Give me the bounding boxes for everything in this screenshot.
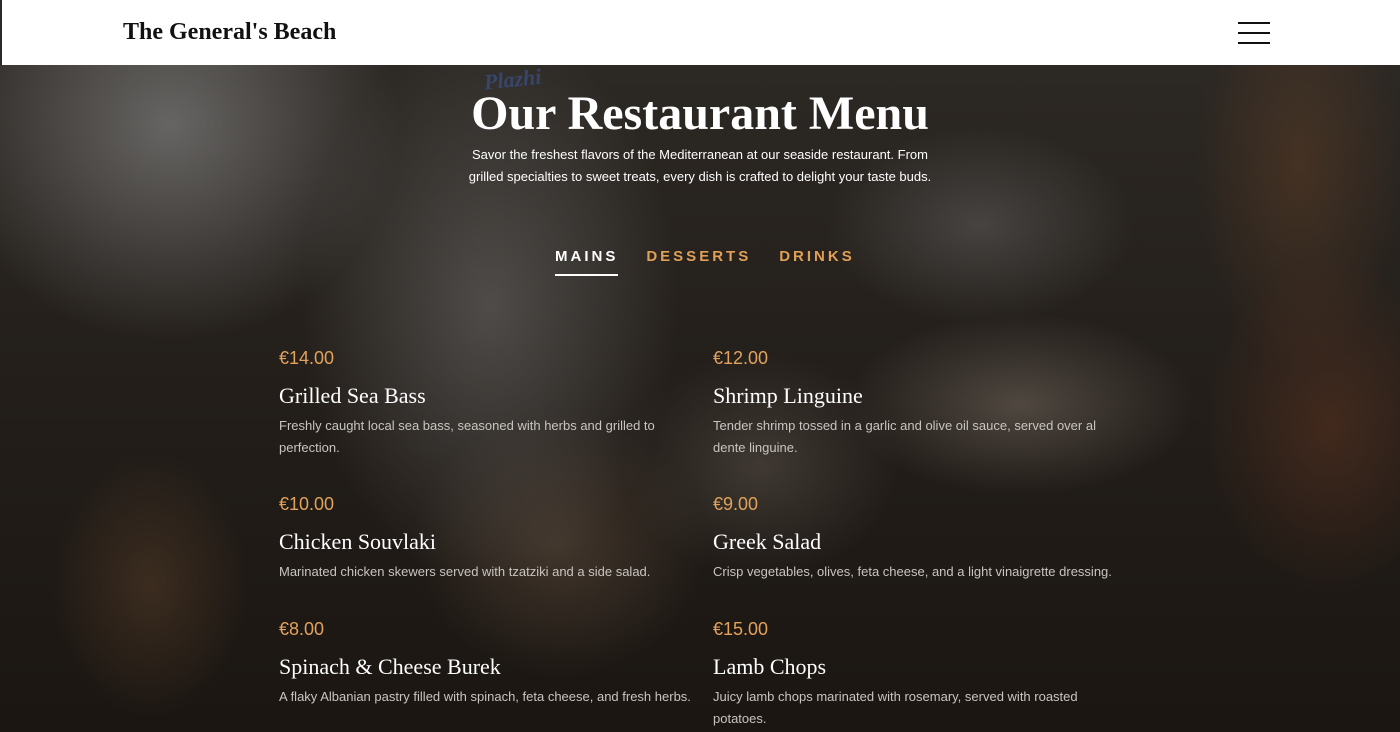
- brand-logo[interactable]: The General's Beach: [123, 19, 336, 46]
- menu-bar: [1238, 31, 1270, 34]
- item-name: Lamb Chops: [713, 654, 827, 679]
- item-name: Greek Salad: [713, 529, 822, 554]
- item-name: Chicken Souvlaki: [279, 529, 437, 554]
- item-name: Shrimp Linguine: [713, 383, 863, 408]
- menu-item: €10.00 Chicken Souvlaki Marinated chicke…: [279, 493, 699, 583]
- item-price: €8.00: [279, 619, 325, 639]
- tab-mains[interactable]: MAINS: [555, 248, 619, 276]
- item-price: €15.00: [713, 619, 769, 639]
- item-price: €10.00: [279, 494, 335, 514]
- menu-tabs: MAINS DESSERTS DRINKS: [555, 248, 883, 276]
- menu-bar: [1238, 21, 1270, 24]
- item-price: €12.00: [713, 348, 769, 368]
- item-description: Marinated chicken skewers served with tz…: [279, 564, 651, 579]
- menu-item: €9.00 Greek Salad Crisp vegetables, oliv…: [713, 493, 1133, 583]
- item-description: Freshly caught local sea bass, seasoned …: [279, 418, 655, 455]
- item-price: €14.00: [279, 348, 335, 368]
- menu-item: €8.00 Spinach & Cheese Burek A flaky Alb…: [279, 618, 699, 708]
- item-name: Grilled Sea Bass: [279, 383, 426, 408]
- hamburger-menu-icon[interactable]: [1238, 21, 1270, 44]
- tab-desserts[interactable]: DESSERTS: [646, 248, 751, 276]
- menu-item: €12.00 Shrimp Linguine Tender shrimp tos…: [713, 347, 1113, 459]
- item-description: Tender shrimp tossed in a garlic and oli…: [713, 418, 1096, 455]
- menu-item: €14.00 Grilled Sea Bass Freshly caught l…: [279, 347, 679, 459]
- page-subtitle: Savor the freshest flavors of the Medite…: [468, 147, 932, 184]
- navbar: The General's Beach: [0, 0, 1400, 65]
- tab-drinks[interactable]: DRINKS: [779, 248, 855, 276]
- menu-item: €15.00 Lamb Chops Juicy lamb chops marin…: [713, 618, 1133, 730]
- item-name: Spinach & Cheese Burek: [279, 654, 501, 679]
- item-description: Juicy lamb chops marinated with rosemary…: [713, 689, 1078, 726]
- page-title: Our Restaurant Menu: [471, 87, 929, 140]
- item-price: €9.00: [713, 494, 759, 514]
- menu-bar: [1238, 41, 1270, 44]
- item-description: A flaky Albanian pastry filled with spin…: [279, 689, 691, 704]
- item-description: Crisp vegetables, olives, feta cheese, a…: [713, 564, 1112, 579]
